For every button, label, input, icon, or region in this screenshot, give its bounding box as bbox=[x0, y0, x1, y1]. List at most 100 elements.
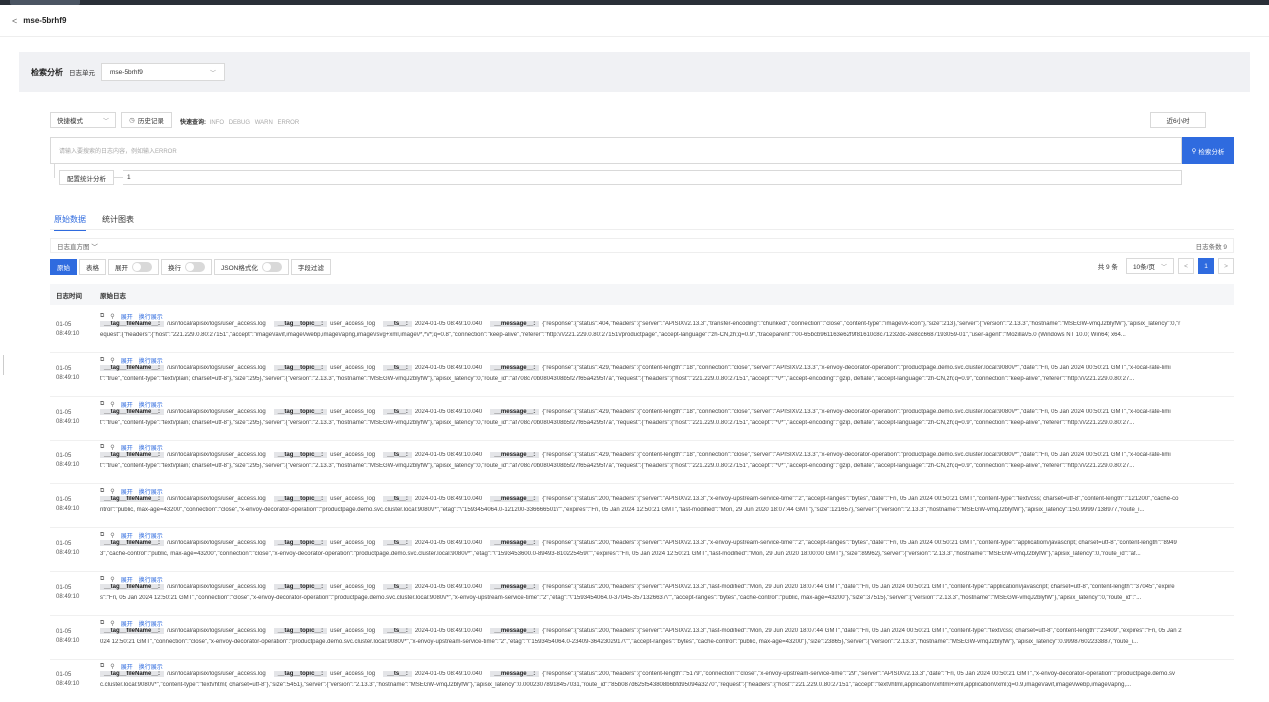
query-mode-select[interactable]: 快捷模式 ﹀ bbox=[50, 112, 116, 128]
topic-value: user_access_log bbox=[330, 627, 376, 634]
log-unit-select[interactable]: mse-5brhf9 ﹀ bbox=[101, 63, 225, 81]
wrap-display-link[interactable]: 换行展示 bbox=[139, 312, 163, 321]
tag-message: __message__: bbox=[490, 452, 540, 459]
search-icon[interactable]: ⚲ bbox=[110, 444, 114, 451]
table-view-button[interactable]: 表格 bbox=[79, 258, 106, 275]
topic-value: user_access_log bbox=[330, 583, 376, 590]
results-toolbar: 原始 表格 展开 换行 JSON格式化 字段过滤 共 9 条 10条/页 ﹀ < … bbox=[50, 258, 1234, 275]
expand-switch[interactable] bbox=[132, 261, 152, 272]
copy-icon[interactable]: ⧉ bbox=[100, 620, 104, 627]
histogram-bar[interactable]: 日志直方图 ﹀ 日志条数 9 bbox=[50, 238, 1234, 253]
search-input[interactable]: 请输入要搜索的日志内容，例如输入ERROR bbox=[50, 137, 1182, 164]
search-icon[interactable]: ⚲ bbox=[110, 576, 114, 583]
wrap-display-link[interactable]: 换行展示 bbox=[139, 487, 163, 496]
search-icon[interactable]: ⚲ bbox=[110, 401, 114, 408]
wrap-display-link[interactable]: 换行展示 bbox=[139, 443, 163, 452]
col-raw-log: 原始日志 bbox=[100, 292, 126, 300]
filename-value: /usr/local/apisix/logs/user_access.log bbox=[167, 583, 266, 590]
search-analyze-button[interactable]: ⚲ 检索分析 bbox=[1182, 137, 1234, 164]
quick-query-error[interactable]: ERROR bbox=[277, 120, 299, 126]
copy-icon[interactable]: ⧉ bbox=[100, 488, 104, 495]
wrap-display-link[interactable]: 换行展示 bbox=[139, 400, 163, 409]
expand-link[interactable]: 展开 bbox=[121, 662, 133, 671]
wrap-toggle[interactable]: 换行 bbox=[161, 258, 212, 275]
histogram-toggle[interactable]: 日志直方图 ﹀ bbox=[57, 241, 98, 251]
wrap-display-link[interactable]: 换行展示 bbox=[139, 531, 163, 540]
search-icon[interactable]: ⚲ bbox=[110, 488, 114, 495]
search-icon[interactable]: ⚲ bbox=[110, 663, 114, 670]
quick-query-warn[interactable]: WARN bbox=[255, 120, 273, 126]
next-page-button[interactable]: > bbox=[1218, 258, 1234, 274]
field-filter-button[interactable]: 字段过滤 bbox=[290, 258, 331, 275]
quick-query-info[interactable]: INFO bbox=[210, 120, 224, 126]
message-value: {"response":{"status":200,"headers":{"se… bbox=[542, 627, 1182, 634]
search-icon[interactable]: ⚲ bbox=[110, 357, 114, 364]
copy-icon[interactable]: ⧉ bbox=[100, 576, 104, 583]
wrap-display-link[interactable]: 换行展示 bbox=[139, 619, 163, 628]
message-value: {"response":{"status":429,"headers":{"co… bbox=[542, 452, 1171, 459]
quick-query-debug[interactable]: DEBUG bbox=[229, 120, 250, 126]
log-line-continued: 3","cache-control":"public, max-age=4320… bbox=[100, 551, 1141, 557]
wrap-switch[interactable] bbox=[185, 261, 205, 272]
table-row: 01-05 08:49:10 ⧉ ⚲ 展开 换行展示 __tag__fileName__: /… bbox=[50, 528, 1234, 572]
expand-link[interactable]: 展开 bbox=[121, 400, 133, 409]
expand-link[interactable]: 展开 bbox=[121, 487, 133, 496]
row-actions: ⧉ ⚲ 展开 换行展示 bbox=[100, 400, 169, 409]
log-line: __tag__fileName__:/usr/local/apisix/logs… bbox=[100, 452, 1234, 459]
expand-link[interactable]: 展开 bbox=[121, 312, 133, 321]
raw-view-button[interactable]: 原始 bbox=[50, 258, 77, 275]
copy-icon[interactable]: ⧉ bbox=[100, 663, 104, 670]
table-row: 01-05 08:49:10 ⧉ ⚲ 展开 换行展示 __tag__fileName__: /… bbox=[50, 397, 1234, 441]
log-line: __tag__fileName__:/usr/local/apisix/logs… bbox=[100, 540, 1234, 546]
search-icon[interactable]: ⚲ bbox=[110, 313, 114, 320]
expand-toggle[interactable]: 展开 bbox=[108, 258, 159, 275]
log-date: 01-05 bbox=[56, 453, 72, 460]
ts-value: 2024-01-05 08:49:10.040 bbox=[414, 627, 483, 634]
copy-icon[interactable]: ⧉ bbox=[100, 532, 104, 539]
log-line: __tag__fileName__:/usr/local/apisix/logs… bbox=[100, 671, 1234, 678]
tag-message: __message__: bbox=[490, 583, 540, 590]
page-size-select[interactable]: 10条/页 ﹀ bbox=[1125, 258, 1174, 274]
search-panel: 检索分析 日志单元 mse-5brhf9 ﹀ bbox=[19, 52, 1250, 92]
prev-page-button[interactable]: < bbox=[1178, 258, 1194, 274]
message-value: {"response":{"status":200,"headers":{"se… bbox=[542, 583, 1175, 590]
json-format-toggle[interactable]: JSON格式化 bbox=[214, 258, 289, 275]
filename-value: /usr/local/apisix/logs/user_access.log bbox=[167, 540, 266, 546]
time-range-button[interactable]: 近6小时 bbox=[1150, 112, 1206, 128]
log-clock: 08:49:10 bbox=[56, 550, 80, 556]
copy-icon[interactable]: ⧉ bbox=[100, 444, 104, 451]
panel-title: 检索分析 bbox=[31, 67, 63, 77]
stats-query-input[interactable]: 1 bbox=[123, 170, 1182, 185]
wrap-display-link[interactable]: 换行展示 bbox=[139, 662, 163, 671]
page-button[interactable]: 1 bbox=[1198, 258, 1214, 274]
expand-link[interactable]: 展开 bbox=[121, 619, 133, 628]
copy-icon[interactable]: ⧉ bbox=[100, 357, 104, 364]
tag-topic: __tag__topic__: bbox=[273, 452, 328, 459]
expand-link[interactable]: 展开 bbox=[121, 356, 133, 365]
copy-icon[interactable]: ⧉ bbox=[100, 313, 104, 320]
config-stats-button[interactable]: 配置统计分析 bbox=[59, 170, 114, 185]
search-icon[interactable]: ⚲ bbox=[110, 532, 114, 539]
tag-ts: __ts__: bbox=[383, 452, 412, 459]
wrap-display-link[interactable]: 换行展示 bbox=[139, 575, 163, 584]
sidebar-handle[interactable] bbox=[0, 355, 4, 375]
back-icon[interactable]: < bbox=[12, 16, 17, 26]
row-actions: ⧉ ⚲ 展开 换行展示 bbox=[100, 662, 169, 671]
row-actions: ⧉ ⚲ 展开 换行展示 bbox=[100, 443, 169, 452]
expand-link[interactable]: 展开 bbox=[121, 531, 133, 540]
expand-link[interactable]: 展开 bbox=[121, 575, 133, 584]
ts-value: 2024-01-05 08:49:10.040 bbox=[414, 408, 483, 415]
filename-value: /usr/local/apisix/logs/user_access.log bbox=[167, 627, 266, 634]
log-unit-value: mse-5brhf9 bbox=[110, 68, 143, 76]
ts-value: 2024-01-05 08:49:10.040 bbox=[414, 583, 483, 590]
history-button[interactable]: ◷ 历史记录 bbox=[121, 112, 172, 128]
ts-value: 2024-01-05 08:49:10.040 bbox=[414, 364, 483, 371]
expand-link[interactable]: 展开 bbox=[121, 443, 133, 452]
copy-icon[interactable]: ⧉ bbox=[100, 401, 104, 408]
pagination: 共 9 条 10条/页 ﹀ < 1 > bbox=[1098, 258, 1234, 274]
wrap-display-link[interactable]: 换行展示 bbox=[139, 356, 163, 365]
log-line-continued: t":"true","content-type":"text\/plain; c… bbox=[100, 419, 1135, 426]
log-clock: 08:49:10 bbox=[56, 374, 80, 381]
search-icon[interactable]: ⚲ bbox=[110, 620, 114, 627]
json-format-switch[interactable] bbox=[261, 261, 282, 272]
